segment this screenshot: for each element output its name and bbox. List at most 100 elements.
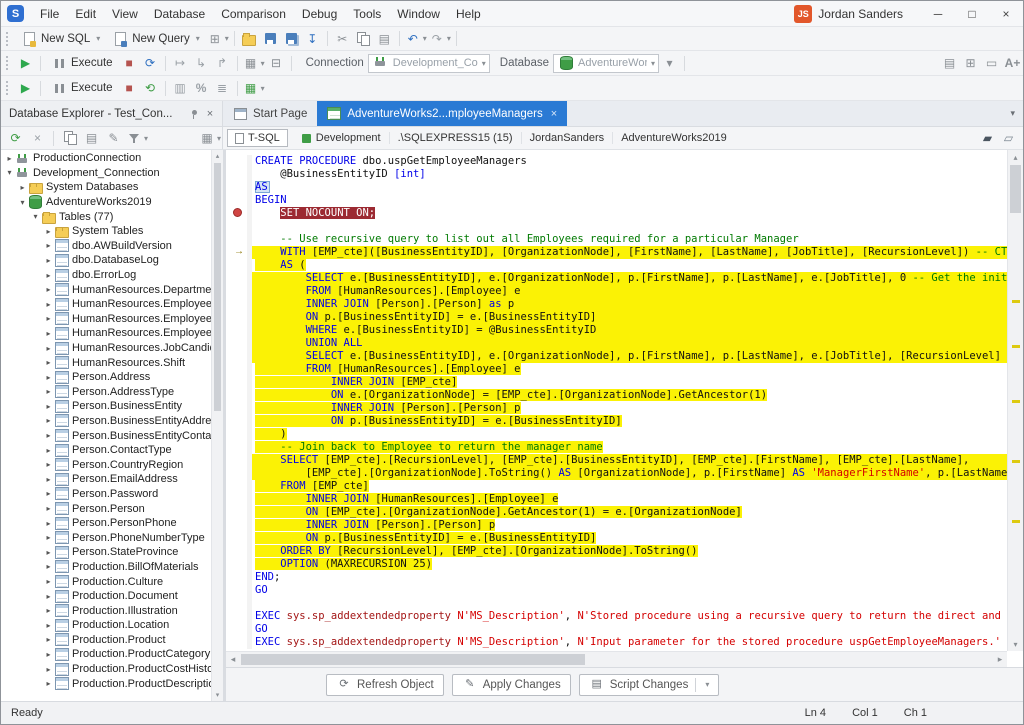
tree-item[interactable]: ▸HumanResources.Shift	[1, 355, 211, 370]
code-line[interactable]: FROM [HumanResources].[Employee] e	[252, 363, 1007, 376]
code-line[interactable]: SET NOCOUNT ON;	[252, 207, 1007, 220]
editor-vertical-scrollbar[interactable]: ▴ ▾	[1007, 150, 1023, 651]
code-line[interactable]: CREATE PROCEDURE dbo.uspGetEmployeeManag…	[252, 155, 1007, 168]
tree-item[interactable]: ▸System Databases	[1, 180, 211, 195]
tree-item[interactable]: ▸Production.ProductCostHistory	[1, 662, 211, 677]
stop-icon[interactable]: ■	[119, 53, 140, 73]
code-line[interactable]: GO	[252, 584, 1007, 597]
editor-gutter[interactable]	[226, 233, 252, 246]
editor-gutter[interactable]	[226, 220, 252, 233]
code-line[interactable]: SELECT [EMP_cte].[RecursionLevel], [EMP_…	[252, 454, 1007, 467]
scroll-left-icon[interactable]: ◂	[226, 652, 240, 667]
tab-overflow-icon[interactable]: ▾	[1002, 108, 1023, 119]
tree-item[interactable]: ▸dbo.DatabaseLog	[1, 253, 211, 268]
tree-item[interactable]: ▸Person.BusinessEntityContact	[1, 428, 211, 443]
view-options-icon[interactable]: ▦▾	[198, 129, 222, 148]
tree-item[interactable]: ▸Production.Product	[1, 633, 211, 648]
editor-gutter[interactable]	[226, 610, 252, 623]
code-line[interactable]: INNER JOIN [EMP_cte]	[252, 376, 1007, 389]
step-over-icon[interactable]: ↦	[170, 53, 191, 73]
full-screen-icon[interactable]: ▭	[981, 53, 1002, 73]
filter-icon[interactable]: ▾	[125, 129, 149, 148]
chevron-right-icon[interactable]: ▸	[43, 592, 54, 601]
scroll-down-icon[interactable]: ▾	[1008, 637, 1023, 651]
restart-icon[interactable]: ⟲	[140, 78, 161, 98]
chevron-right-icon[interactable]: ▸	[43, 387, 54, 396]
tree-item[interactable]: ▸dbo.ErrorLog	[1, 268, 211, 283]
editor-gutter[interactable]	[226, 285, 252, 298]
open-file-icon[interactable]	[239, 29, 260, 49]
editor-gutter[interactable]	[226, 363, 252, 376]
code-line[interactable]: ON [EMP_cte].[OrganizationNode].GetAnces…	[252, 506, 1007, 519]
chevron-right-icon[interactable]: ▸	[43, 446, 54, 455]
new-sql-button[interactable]: New SQL▾	[15, 30, 106, 48]
editor-gutter[interactable]	[226, 272, 252, 285]
apply-changes-button[interactable]: ✎Apply Changes	[452, 674, 571, 696]
cut-icon[interactable]: ✂	[332, 29, 353, 49]
script-object-icon[interactable]: ▤	[81, 129, 102, 148]
editor-gutter[interactable]	[226, 415, 252, 428]
chevron-right-icon[interactable]: ▸	[43, 416, 54, 425]
menu-debug[interactable]: Debug	[294, 1, 345, 26]
tree-item[interactable]: ▸Person.BusinessEntity	[1, 399, 211, 414]
chevron-right-icon[interactable]: ▸	[43, 533, 54, 542]
code-line[interactable]: EXEC sys.sp_addextendedproperty N'MS_Des…	[252, 610, 1007, 623]
code-line[interactable]: SELECT e.[BusinessEntityID], e.[Organiza…	[252, 272, 1007, 285]
code-line[interactable]: @BusinessEntityID [int]	[252, 168, 1007, 181]
editor-gutter[interactable]	[226, 558, 252, 571]
code-line[interactable]: -- Join back to Employee to return the m…	[252, 441, 1007, 454]
tree-item[interactable]: ▸HumanResources.EmployeePayHistory	[1, 326, 211, 341]
redo-icon[interactable]: ↷▾	[428, 29, 452, 49]
save-icon[interactable]	[260, 29, 281, 49]
commit-icon[interactable]: ↧	[302, 29, 323, 49]
code-line[interactable]: WITH [EMP_cte]([BusinessEntityID], [Orga…	[252, 246, 1007, 259]
editor-gutter[interactable]	[226, 480, 252, 493]
chevron-right-icon[interactable]: ▸	[43, 665, 54, 674]
new-snippet-icon[interactable]: ▤	[939, 53, 960, 73]
execute-debug-button[interactable]: Execute	[45, 79, 119, 97]
script-changes-button[interactable]: ▤Script Changes▾	[579, 674, 720, 696]
editor-gutter[interactable]: →	[226, 246, 252, 259]
run-debug-icon[interactable]: ▶	[15, 78, 36, 98]
menu-edit[interactable]: Edit	[67, 1, 104, 26]
code-line[interactable]: ON p.[BusinessEntityID] = e.[BusinessEnt…	[252, 311, 1007, 324]
chevron-right-icon[interactable]: ▸	[43, 548, 54, 557]
sqlbar-server[interactable]: .\SQLEXPRESS15 (15)	[389, 132, 521, 144]
chevron-right-icon[interactable]: ▸	[43, 489, 54, 498]
tree-item[interactable]: ▸Production.Illustration	[1, 603, 211, 618]
code-line[interactable]: OPTION (MAXRECURSION 25)	[252, 558, 1007, 571]
tsql-button[interactable]: T-SQL	[227, 129, 288, 147]
editor-gutter[interactable]	[226, 259, 252, 272]
chevron-right-icon[interactable]: ▸	[43, 562, 54, 571]
menu-comparison[interactable]: Comparison	[213, 1, 294, 26]
editor-gutter[interactable]	[226, 493, 252, 506]
chevron-right-icon[interactable]: ▸	[4, 154, 15, 163]
new-query-button[interactable]: New Query▾	[106, 30, 206, 48]
tree-item[interactable]: ▸Person.PhoneNumberType	[1, 530, 211, 545]
code-line[interactable]: [EMP_cte].[OrganizationNode].ToString() …	[252, 467, 1007, 480]
editor-gutter[interactable]	[226, 194, 252, 207]
chevron-right-icon[interactable]: ▸	[43, 519, 54, 528]
stop-debug-icon[interactable]: ■	[119, 78, 140, 98]
font-increase-icon[interactable]: A+	[1002, 53, 1023, 73]
combo-more-icon[interactable]: ▾	[659, 53, 680, 73]
editor-gutter[interactable]	[226, 311, 252, 324]
tree-scroll-thumb[interactable]	[214, 163, 221, 411]
editor-gutter[interactable]	[226, 545, 252, 558]
edit-object-icon[interactable]: ✎	[103, 129, 124, 148]
step-out-icon[interactable]: ↱	[212, 53, 233, 73]
paste-icon[interactable]: ▤	[374, 29, 395, 49]
code-line[interactable]: INNER JOIN [Person].[Person] p	[252, 519, 1007, 532]
scroll-up-icon[interactable]: ▴	[212, 150, 223, 162]
chevron-right-icon[interactable]: ▸	[43, 329, 54, 338]
toolbar-grip[interactable]	[6, 56, 11, 70]
execution-plan-icon[interactable]: ≣	[212, 78, 233, 98]
code-area[interactable]: CREATE PROCEDURE dbo.uspGetEmployeeManag…	[226, 150, 1007, 651]
editor-view-icon[interactable]: ▰	[977, 128, 998, 148]
grid-view-icon[interactable]: ▱	[998, 128, 1019, 148]
tree-item[interactable]: ▸Production.Location	[1, 618, 211, 633]
code-line[interactable]: ON p.[BusinessEntityID] = e.[BusinessEnt…	[252, 532, 1007, 545]
toolbar-grip[interactable]	[6, 81, 11, 95]
breakpoint-icon[interactable]	[233, 208, 242, 217]
tree-item[interactable]: ▸Person.AddressType	[1, 385, 211, 400]
